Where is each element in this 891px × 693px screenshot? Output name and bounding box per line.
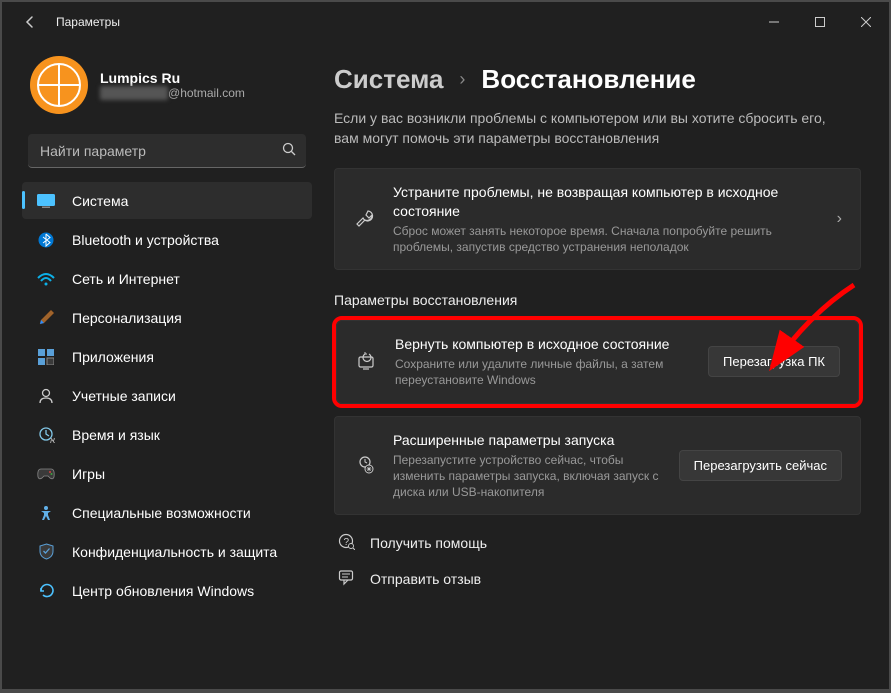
system-icon <box>36 191 56 211</box>
nav-label: Персонализация <box>72 310 182 326</box>
nav-label: Игры <box>72 466 105 482</box>
nav-gaming[interactable]: Игры <box>22 455 312 492</box>
card-title: Устраните проблемы, не возвращая компьют… <box>393 183 813 221</box>
profile-email: ████████@hotmail.com <box>100 86 245 100</box>
profile[interactable]: Lumpics Ru ████████@hotmail.com <box>22 48 312 130</box>
personalization-icon <box>36 308 56 328</box>
close-button[interactable] <box>843 2 889 42</box>
accessibility-icon <box>36 503 56 523</box>
search-box[interactable] <box>28 134 306 168</box>
network-icon <box>36 269 56 289</box>
privacy-icon <box>36 542 56 562</box>
main-panel: Система › Восстановление Если у вас возн… <box>322 42 889 689</box>
intro-text: Если у вас возникли проблемы с компьютер… <box>334 109 834 148</box>
reset-pc-button[interactable]: Перезагрузка ПК <box>708 346 840 377</box>
maximize-button[interactable] <box>797 2 843 42</box>
nav-time-language[interactable]: א Время и язык <box>22 416 312 453</box>
breadcrumb-root[interactable]: Система <box>334 64 443 95</box>
nav-label: Сеть и Интернет <box>72 271 180 287</box>
nav-system[interactable]: Система <box>22 182 312 219</box>
link-label: Получить помощь <box>370 535 487 551</box>
nav-label: Bluetooth и устройства <box>72 232 219 248</box>
gaming-icon <box>36 464 56 484</box>
reset-icon <box>355 350 379 374</box>
troubleshoot-card[interactable]: Устраните проблемы, не возвращая компьют… <box>334 168 861 270</box>
highlight-box: Вернуть компьютер в исходное состояние С… <box>332 316 863 407</box>
titlebar: Параметры <box>2 2 889 42</box>
restart-now-button[interactable]: Перезагрузить сейчас <box>679 450 842 481</box>
reset-pc-card: Вернуть компьютер в исходное состояние С… <box>336 320 859 403</box>
nav-label: Система <box>72 193 128 209</box>
card-body: Расширенные параметры запуска Перезапуст… <box>393 431 663 500</box>
minimize-button[interactable] <box>751 2 797 42</box>
nav-accessibility[interactable]: Специальные возможности <box>22 494 312 531</box>
card-title: Вернуть компьютер в исходное состояние <box>395 335 692 354</box>
nav-label: Учетные записи <box>72 388 176 404</box>
page-title: Восстановление <box>481 64 695 95</box>
nav-network[interactable]: Сеть и Интернет <box>22 260 312 297</box>
nav-label: Время и язык <box>72 427 160 443</box>
window-title: Параметры <box>56 15 120 29</box>
get-help-link[interactable]: ? Получить помощь <box>334 533 861 553</box>
apps-icon <box>36 347 56 367</box>
nav: Система Bluetooth и устройства Сеть и Ин… <box>22 182 312 609</box>
card-desc: Перезапустите устройство сейчас, чтобы и… <box>393 452 663 501</box>
recovery-section-heading: Параметры восстановления <box>334 292 861 308</box>
nav-label: Конфиденциальность и защита <box>72 544 277 560</box>
breadcrumb: Система › Восстановление <box>334 64 861 95</box>
help-icon: ? <box>336 533 356 553</box>
nav-accounts[interactable]: Учетные записи <box>22 377 312 414</box>
link-label: Отправить отзыв <box>370 571 481 587</box>
wrench-icon <box>353 207 377 231</box>
profile-text: Lumpics Ru ████████@hotmail.com <box>100 70 245 100</box>
feedback-icon <box>336 569 356 589</box>
profile-name: Lumpics Ru <box>100 70 245 86</box>
accounts-icon <box>36 386 56 406</box>
advanced-startup-card: Расширенные параметры запуска Перезапуст… <box>334 416 861 515</box>
update-icon <box>36 581 56 601</box>
card-desc: Сброс может занять некоторое время. Снач… <box>393 223 813 255</box>
back-button[interactable] <box>14 6 46 38</box>
nav-privacy[interactable]: Конфиденциальность и защита <box>22 533 312 570</box>
svg-text:א: א <box>50 436 55 443</box>
nav-windows-update[interactable]: Центр обновления Windows <box>22 572 312 609</box>
nav-label: Центр обновления Windows <box>72 583 254 599</box>
chevron-right-icon: › <box>459 69 465 90</box>
search-icon <box>282 142 296 159</box>
give-feedback-link[interactable]: Отправить отзыв <box>334 569 861 589</box>
content: Lumpics Ru ████████@hotmail.com Сис <box>2 42 889 689</box>
avatar <box>30 56 88 114</box>
card-desc: Сохраните или удалите личные файлы, а за… <box>395 356 692 388</box>
advanced-startup-icon <box>353 453 377 477</box>
card-body: Вернуть компьютер в исходное состояние С… <box>395 335 692 388</box>
card-body: Устраните проблемы, не возвращая компьют… <box>393 183 813 255</box>
nav-label: Специальные возможности <box>72 505 251 521</box>
search-input[interactable] <box>40 143 282 159</box>
card-title: Расширенные параметры запуска <box>393 431 663 450</box>
nav-bluetooth[interactable]: Bluetooth и устройства <box>22 221 312 258</box>
bluetooth-icon <box>36 230 56 250</box>
nav-apps[interactable]: Приложения <box>22 338 312 375</box>
nav-label: Приложения <box>72 349 154 365</box>
nav-personalization[interactable]: Персонализация <box>22 299 312 336</box>
window-controls <box>751 2 889 42</box>
settings-window: Параметры Lumpics Ru █████ <box>2 2 889 689</box>
footer-links: ? Получить помощь Отправить отзыв <box>334 533 861 589</box>
chevron-right-icon: › <box>837 210 842 228</box>
time-icon: א <box>36 425 56 445</box>
sidebar: Lumpics Ru ████████@hotmail.com Сис <box>2 42 322 689</box>
